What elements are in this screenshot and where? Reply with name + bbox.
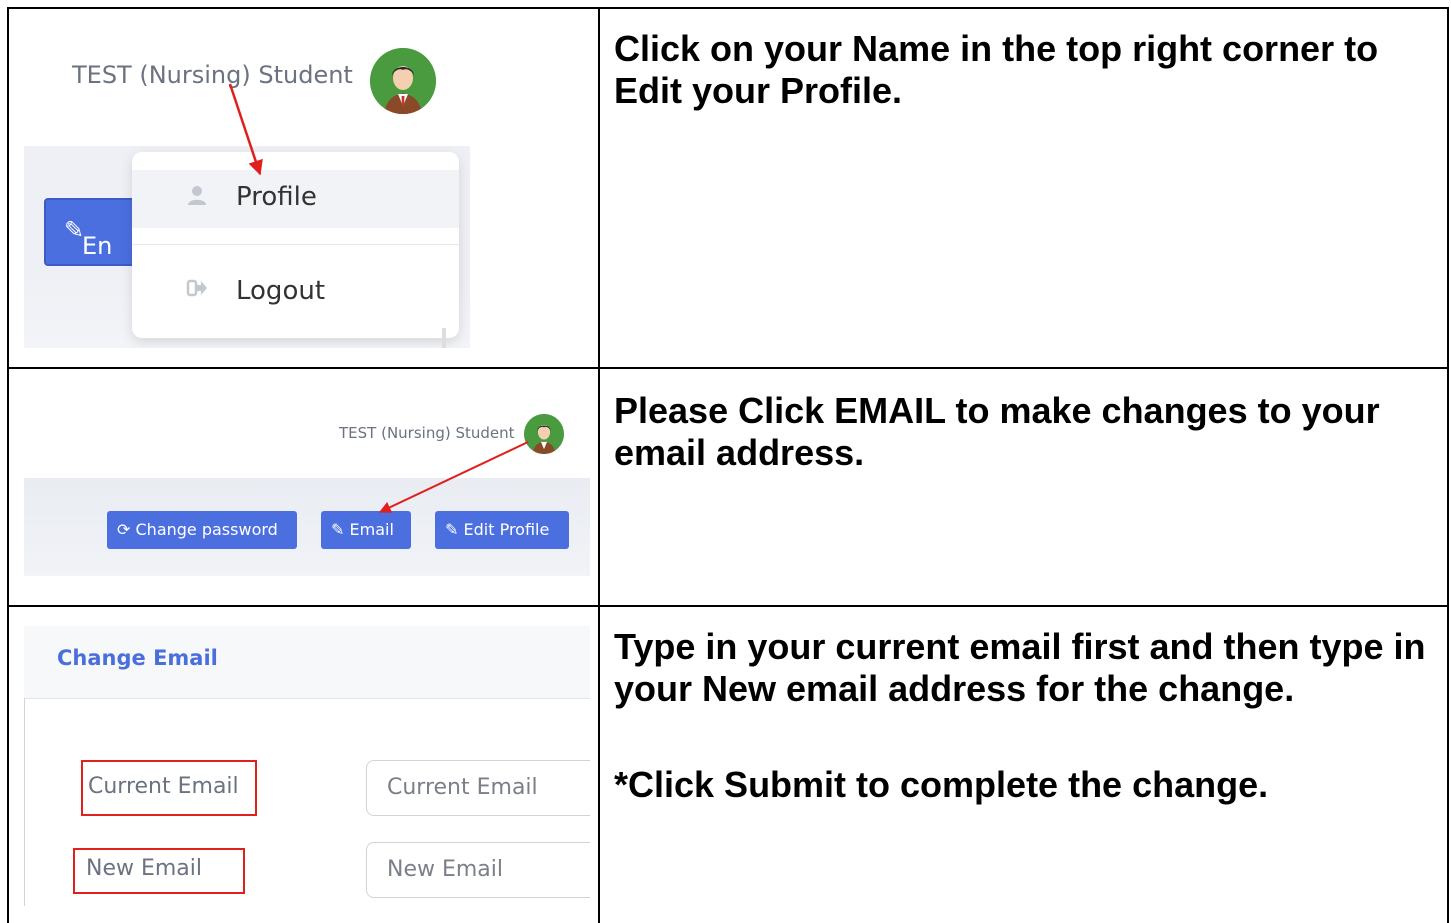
instruction-1-text: Click on your Name in the top right corn…	[614, 28, 1379, 111]
instruction-3-note: *Click Submit to complete the change.	[614, 764, 1269, 805]
table-border-right	[1447, 7, 1449, 923]
profile-dropdown-menu: Profile Logout	[132, 152, 459, 338]
new-email-label: New Email	[86, 856, 203, 881]
menu-item-logout[interactable]: Logout	[236, 276, 325, 306]
avatar[interactable]	[370, 48, 436, 114]
user-icon	[186, 184, 208, 212]
refresh-icon: ⟳	[117, 520, 131, 539]
current-email-label: Current Email	[88, 774, 239, 799]
user-name[interactable]: TEST (Nursing) Student	[339, 424, 515, 442]
instruction-1: Click on your Name in the top right corn…	[614, 28, 1434, 112]
email-button[interactable]: ✎ Email	[321, 511, 411, 549]
instruction-2-text: Please Click EMAIL to make changes to yo…	[614, 390, 1380, 473]
table-border-left	[7, 7, 9, 923]
new-email-placeholder: New Email	[387, 857, 504, 882]
menu-item-profile[interactable]: Profile	[236, 182, 317, 212]
avatar-person-icon	[370, 48, 436, 114]
instruction-3: Type in your current email first and the…	[614, 626, 1434, 806]
new-email-input[interactable]: New Email	[366, 842, 590, 898]
instruction-3-text: Type in your current email first and the…	[614, 626, 1426, 709]
current-email-input[interactable]: Current Email	[366, 760, 590, 816]
edit-profile-label: Edit Profile	[463, 520, 550, 539]
account-buttons-screenshot: TEST (Nursing) Student ⟳ Change password…	[24, 398, 590, 576]
instruction-2: Please Click EMAIL to make changes to yo…	[614, 390, 1434, 474]
email-button-label: Email	[349, 520, 394, 539]
current-email-placeholder: Current Email	[387, 775, 538, 800]
table-row-divider-2	[7, 605, 1449, 607]
edit-button-label: ✎ En	[64, 216, 113, 260]
avatar-person-icon	[524, 414, 564, 454]
edit-icon: ✎	[331, 520, 345, 539]
table-column-divider	[598, 7, 600, 923]
edit-profile-button[interactable]: ✎ Edit Profile	[435, 511, 569, 549]
change-password-button[interactable]: ⟳ Change password	[107, 511, 297, 549]
sign-out-icon	[186, 277, 208, 305]
card-title: Change Email	[57, 646, 218, 670]
avatar[interactable]	[524, 414, 564, 454]
user-name[interactable]: TEST (Nursing) Student	[72, 61, 353, 89]
table-row-divider-1	[7, 367, 1449, 369]
edit-icon: ✎	[445, 520, 459, 539]
change-email-screenshot: Change Email Current Email Current Email…	[24, 626, 590, 906]
card-header: Change Email	[24, 626, 590, 699]
change-password-label: Change password	[135, 520, 278, 539]
table-border-top	[7, 7, 1449, 9]
profile-menu-screenshot: TEST (Nursing) Student ✎ En Profile Logo…	[24, 28, 470, 348]
